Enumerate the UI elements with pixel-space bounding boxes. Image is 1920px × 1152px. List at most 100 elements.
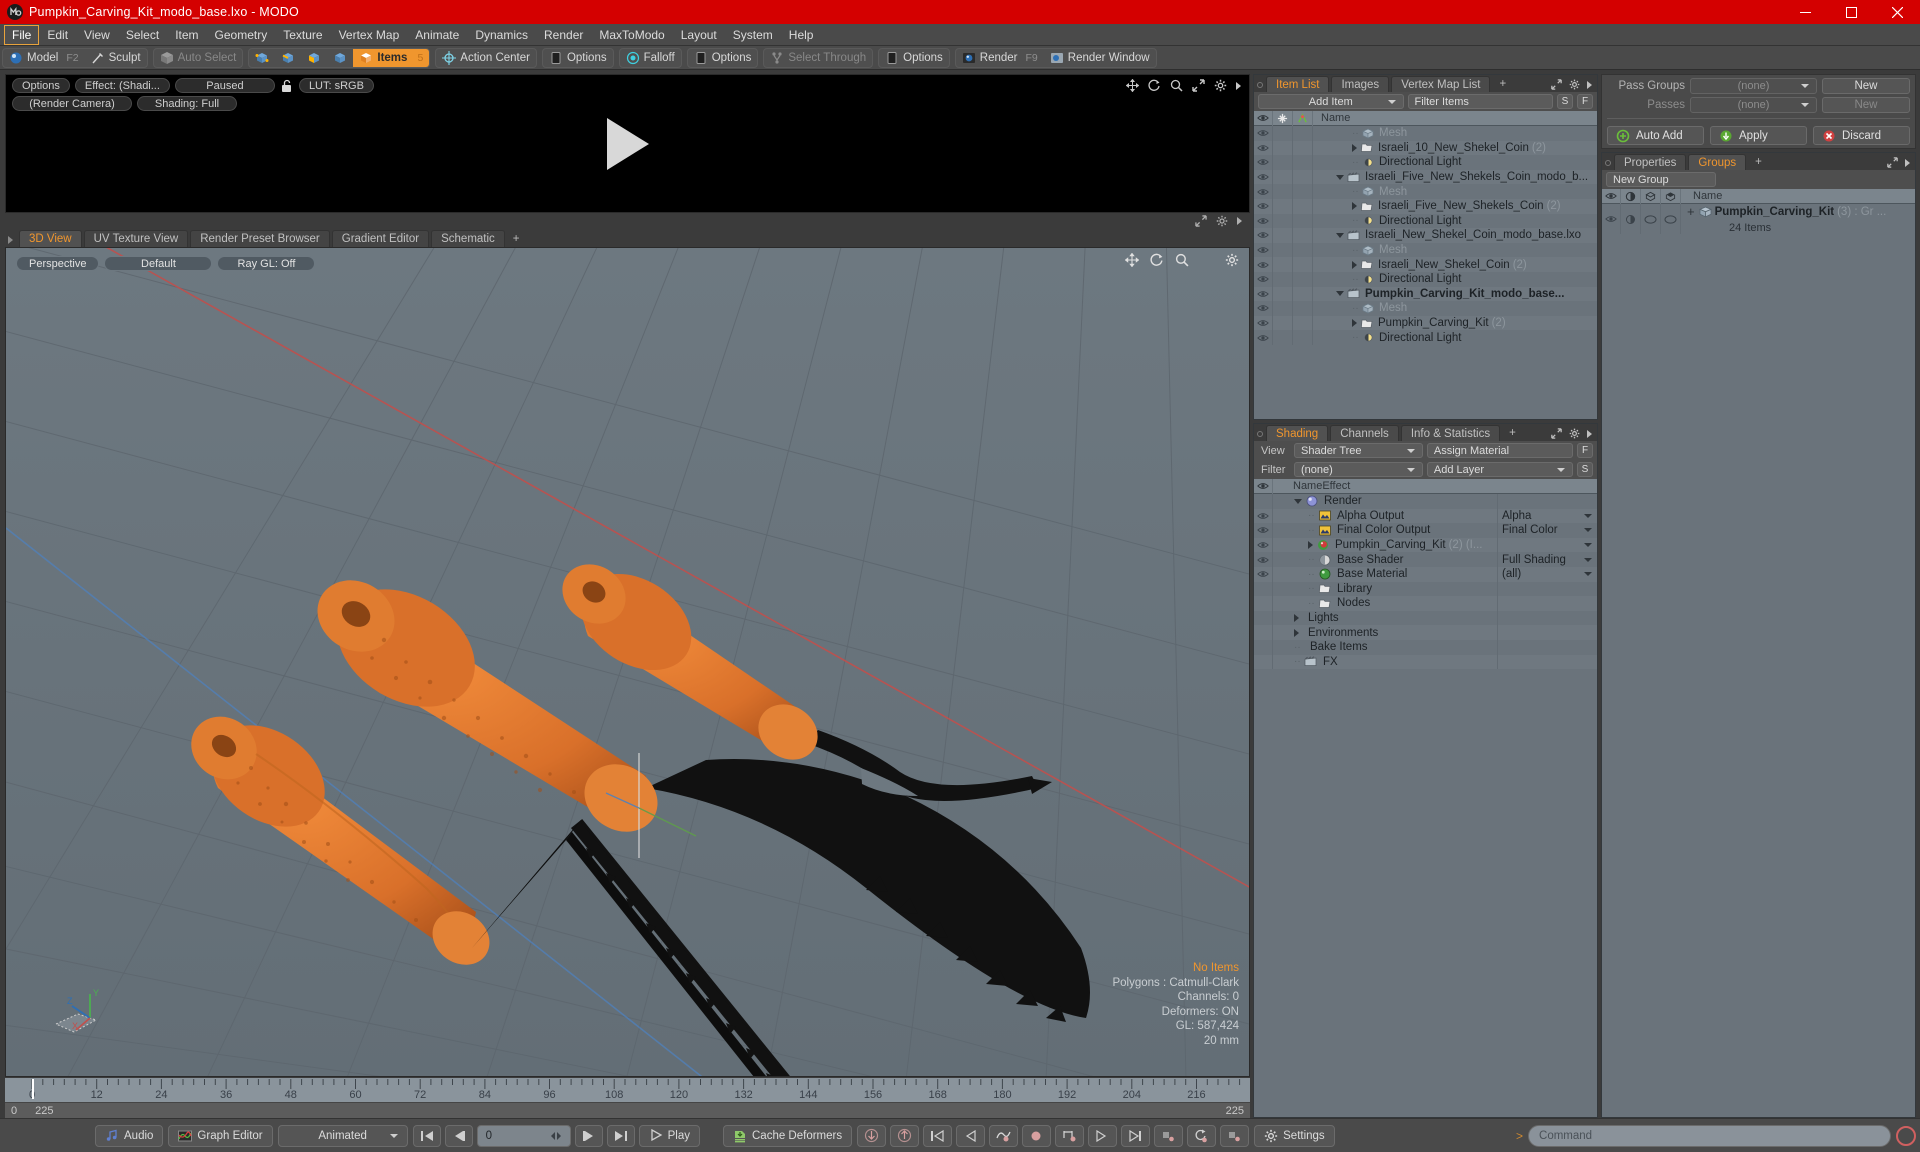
shading-panel-dot-icon[interactable] [1257, 431, 1263, 437]
timeline-playhead[interactable] [32, 1079, 34, 1099]
row-toggle-cell[interactable] [1273, 155, 1293, 170]
animated-dropdown[interactable]: Animated [277, 1124, 408, 1147]
shader-effect-cell[interactable]: Alpha [1497, 508, 1597, 524]
chevron-right-icon[interactable] [1352, 202, 1357, 211]
visibility-eye-icon[interactable] [1257, 334, 1269, 342]
chevron-right-icon[interactable] [1352, 143, 1357, 152]
item-list-row[interactable]: Israeli_New_Shekel_Coin_modo_base.lxo [1254, 228, 1597, 243]
settings-button[interactable]: Settings [1254, 1124, 1335, 1147]
groups-eye-header-icon[interactable] [1602, 188, 1621, 204]
groups-row[interactable]: + Pumpkin_Carving_Kit (3) : Gr ... 24 Item… [1602, 204, 1915, 234]
row-eye-cell[interactable] [1254, 228, 1273, 243]
row-eye-cell[interactable] [1254, 315, 1273, 331]
shader-tree-row[interactable]: Lights [1254, 610, 1597, 626]
shader-row-eye-cell[interactable] [1254, 581, 1273, 597]
visibility-eye-icon[interactable] [1257, 217, 1269, 225]
menu-dynamics[interactable]: Dynamics [467, 25, 536, 45]
visibility-eye-icon[interactable] [1257, 570, 1269, 578]
shading-fit-icon[interactable] [1551, 428, 1562, 439]
shader-row-eye-cell[interactable] [1254, 523, 1273, 538]
menu-texture[interactable]: Texture [275, 25, 330, 45]
item-list-row[interactable]: ·· Mesh [1254, 126, 1597, 141]
polygon-select-button[interactable] [301, 49, 327, 67]
shader-eye-header-icon[interactable] [1254, 478, 1273, 494]
sculpt-mode-button[interactable]: Sculpt [85, 49, 147, 67]
range-mid-left[interactable]: 225 [35, 1105, 53, 1117]
chevron-down-icon[interactable] [1294, 498, 1302, 504]
passes-new-button[interactable]: New [1822, 97, 1910, 113]
viewport-pan-icon[interactable] [1125, 253, 1139, 267]
go-to-start-button[interactable] [412, 1124, 441, 1147]
viewport-preset-button[interactable]: Default [104, 256, 213, 271]
row-toggle-cell[interactable] [1293, 271, 1313, 287]
tab-groups[interactable]: Groups [1688, 154, 1747, 170]
row-toggle-cell[interactable] [1293, 228, 1313, 243]
tab-schematic[interactable]: Schematic [431, 230, 505, 247]
tab-item-list[interactable]: Item List [1266, 76, 1330, 92]
shader-tree-row[interactable]: ·· Alpha Output Alpha [1254, 508, 1597, 524]
menu-system[interactable]: System [725, 25, 781, 45]
range-start[interactable]: 0 [11, 1105, 17, 1117]
visibility-eye-icon[interactable] [1257, 231, 1269, 239]
row-toggle-cell[interactable] [1293, 330, 1313, 345]
render-window-button[interactable]: Render Window [1044, 49, 1156, 67]
falloff-button[interactable]: Falloff [620, 49, 681, 67]
last-key-button[interactable] [1121, 1124, 1151, 1147]
item-list-row[interactable]: Israeli_Five_New_Shekels_Coin (2) [1254, 198, 1597, 214]
row-eye-cell[interactable] [1254, 140, 1273, 156]
shader-effect-cell[interactable] [1497, 639, 1597, 655]
row-toggle-cell[interactable] [1273, 330, 1293, 345]
shader-effect-cell[interactable]: Full Shading [1497, 552, 1597, 567]
visibility-eye-icon[interactable] [1257, 129, 1269, 137]
viewport-rotate-icon[interactable] [1150, 253, 1164, 267]
menu-maxtomodo[interactable]: MaxToModo [591, 25, 672, 45]
row-toggle-cell[interactable] [1273, 301, 1293, 316]
shader-row-eye-cell[interactable] [1254, 494, 1273, 509]
menu-animate[interactable]: Animate [407, 25, 467, 45]
chevron-right-icon[interactable] [1294, 614, 1299, 623]
cache-deformers-button[interactable]: Cache Deformers [723, 1124, 853, 1147]
shader-effect-cell[interactable]: (all) [1497, 566, 1597, 582]
visibility-eye-icon[interactable] [1257, 173, 1269, 181]
auto-key-up-button[interactable] [890, 1124, 920, 1147]
row-eye-cell[interactable] [1254, 330, 1273, 345]
prev-key-button[interactable] [923, 1124, 953, 1147]
visibility-eye-icon[interactable] [1257, 275, 1269, 283]
chevron-right-icon[interactable] [1294, 628, 1299, 637]
tab-info-statistics[interactable]: Info & Statistics [1400, 425, 1501, 441]
chevron-down-icon[interactable] [1336, 174, 1344, 180]
groups-wire-toggle[interactable] [1641, 204, 1661, 234]
visibility-eye-icon[interactable] [1257, 261, 1269, 269]
shader-tree-row[interactable]: Render [1254, 494, 1597, 509]
row-toggle-cell[interactable] [1273, 198, 1293, 214]
row-toggle-cell[interactable] [1293, 169, 1313, 185]
model-mode-button[interactable]: Model F2 [3, 49, 85, 67]
groups-row-eye-cell[interactable] [1602, 204, 1621, 234]
shader-tree-row[interactable]: ·· Library [1254, 581, 1597, 597]
vertex-select-button[interactable] [249, 49, 275, 67]
effect-dropdown-caret-icon[interactable] [1584, 543, 1592, 548]
item-list-row[interactable]: ·· Mesh [1254, 301, 1597, 316]
preview-camera-button[interactable]: (Render Camera) [12, 96, 132, 111]
row-eye-cell[interactable] [1254, 271, 1273, 287]
shader-tree-dropdown[interactable]: Shader Tree [1294, 443, 1423, 458]
shader-row-eye-cell[interactable] [1254, 596, 1273, 611]
groups-solid-header-icon[interactable] [1661, 188, 1681, 204]
expand-arrow-icon[interactable] [1236, 81, 1241, 90]
shader-tree-row[interactable]: Pumpkin_Carving_Kit (2) (I... [1254, 537, 1597, 553]
play-preview-button[interactable] [606, 117, 649, 170]
preview-paused-button[interactable]: Paused [174, 78, 275, 93]
shader-row-eye-cell[interactable] [1254, 552, 1273, 567]
menu-vertex-map[interactable]: Vertex Map [331, 25, 408, 45]
shading-gear-icon[interactable] [1569, 428, 1580, 439]
tab-uv-texture-view[interactable]: UV Texture View [83, 230, 189, 247]
3d-viewport[interactable]: Perspective Default Ray GL: Off No Items… [5, 247, 1250, 1077]
shader-effect-cell[interactable] [1497, 537, 1597, 553]
item-list-row[interactable]: ·· Directional Light [1254, 155, 1597, 170]
expand-arrow-icon-2[interactable] [1237, 217, 1242, 225]
row-toggle-cell[interactable] [1273, 213, 1293, 229]
new-group-button[interactable]: New Group [1606, 172, 1716, 187]
select-through-button[interactable]: Select Through [764, 49, 872, 67]
shader-tree-list[interactable]: Render ·· Alpha Output Alpha ·· Final Color O… [1254, 494, 1597, 1117]
visibility-eye-icon[interactable] [1257, 556, 1269, 564]
